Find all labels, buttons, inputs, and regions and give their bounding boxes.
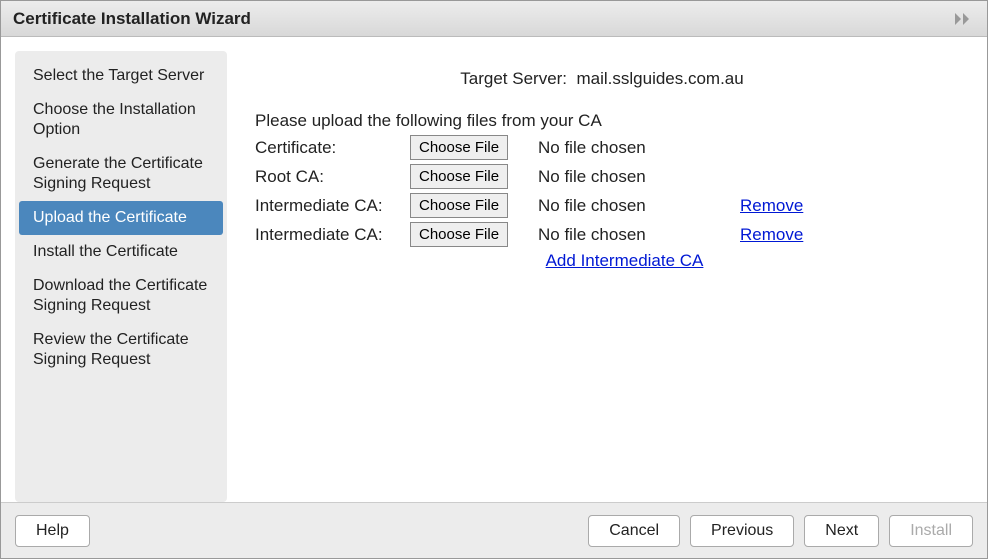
step-upload-certificate[interactable]: Upload the Certificate [19,201,223,235]
intermediate-ca-1-file-status: No file chosen [530,196,740,216]
step-select-target-server[interactable]: Select the Target Server [15,59,227,93]
intermediate-ca-2-choose-file-button[interactable]: Choose File [410,222,508,247]
certificate-file-status: No file chosen [530,138,740,158]
target-server-label: Target Server: [460,69,567,88]
step-download-csr[interactable]: Download the Certificate Signing Request [15,269,227,323]
next-button[interactable]: Next [804,515,879,547]
help-button[interactable]: Help [15,515,90,547]
sidebar-item-label: Choose the Installation Option [33,101,196,138]
add-intermediate-ca-link[interactable]: Add Intermediate CA [546,251,704,270]
previous-button[interactable]: Previous [690,515,794,547]
main-panel: Target Server: mail.sslguides.com.au Ple… [227,51,973,502]
intermediate-ca-2-label: Intermediate CA: [255,225,410,245]
target-server-value: mail.sslguides.com.au [576,69,743,88]
upload-grid: Certificate: Choose File No file chosen … [255,135,949,247]
sidebar-item-label: Select the Target Server [33,67,204,84]
install-button: Install [889,515,973,547]
root-ca-label: Root CA: [255,167,410,187]
certificate-label: Certificate: [255,138,410,158]
footer: Help Cancel Previous Next Install [1,502,987,558]
window-title: Certificate Installation Wizard [13,9,251,29]
sidebar-item-label: Upload the Certificate [33,209,187,226]
body: Select the Target Server Choose the Inst… [1,37,987,502]
intermediate-ca-2-remove-link[interactable]: Remove [740,225,803,244]
sidebar-item-label: Install the Certificate [33,243,178,260]
cancel-button[interactable]: Cancel [588,515,680,547]
sidebar-item-label: Review the Certificate Signing Request [33,331,189,368]
intermediate-ca-2-file-status: No file chosen [530,225,740,245]
step-install-certificate[interactable]: Install the Certificate [15,235,227,269]
intermediate-ca-1-choose-file-button[interactable]: Choose File [410,193,508,218]
chevrons-icon[interactable] [955,13,975,25]
certificate-choose-file-button[interactable]: Choose File [410,135,508,160]
target-server-row: Target Server: mail.sslguides.com.au [255,69,949,89]
root-ca-file-status: No file chosen [530,167,740,187]
intermediate-ca-1-remove-link[interactable]: Remove [740,196,803,215]
root-ca-choose-file-button[interactable]: Choose File [410,164,508,189]
titlebar: Certificate Installation Wizard [1,1,987,37]
step-generate-csr[interactable]: Generate the Certificate Signing Request [15,147,227,201]
intermediate-ca-1-label: Intermediate CA: [255,196,410,216]
wizard-steps-sidebar: Select the Target Server Choose the Inst… [15,51,227,502]
step-choose-installation-option[interactable]: Choose the Installation Option [15,93,227,147]
wizard-window: Certificate Installation Wizard Select t… [0,0,988,559]
sidebar-item-label: Generate the Certificate Signing Request [33,155,203,192]
sidebar-item-label: Download the Certificate Signing Request [33,277,207,314]
step-review-csr[interactable]: Review the Certificate Signing Request [15,323,227,377]
upload-instruction: Please upload the following files from y… [255,111,949,131]
